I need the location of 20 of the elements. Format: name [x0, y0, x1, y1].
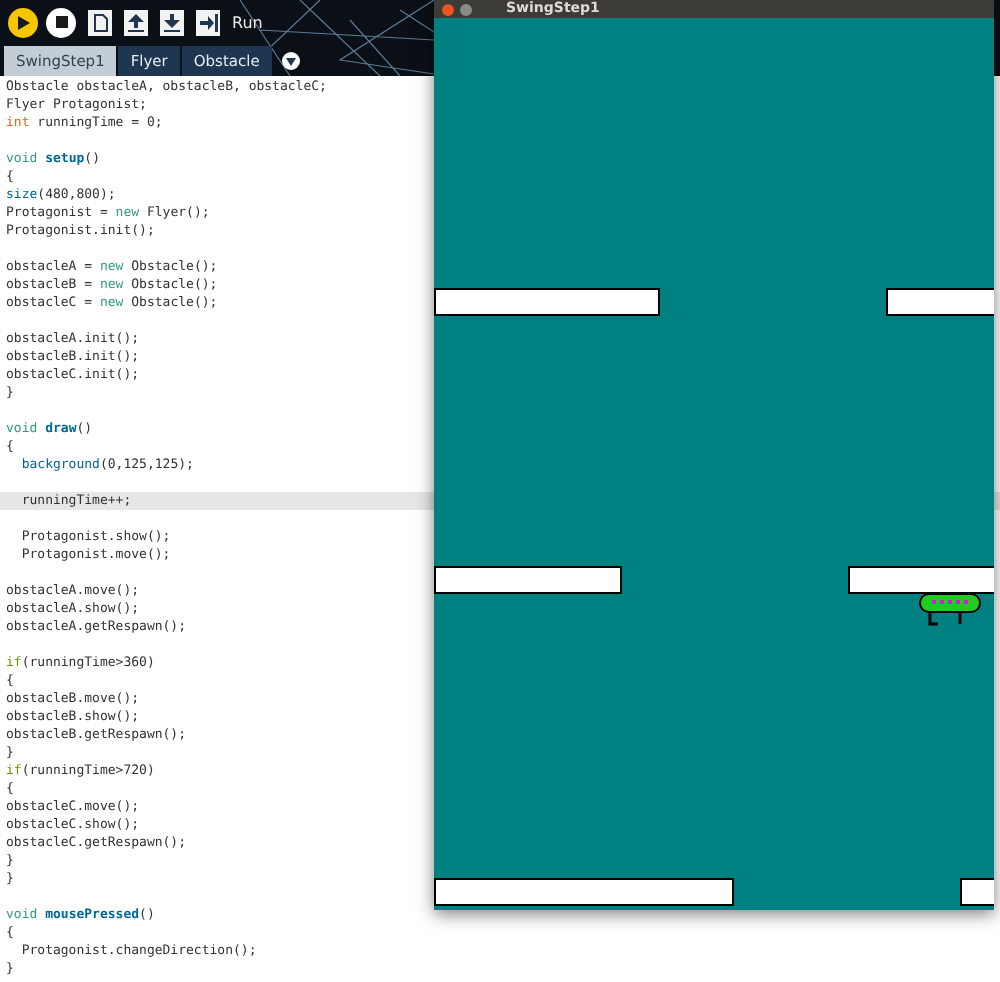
save-button[interactable] — [160, 9, 184, 35]
minimize-button[interactable] — [460, 3, 472, 15]
play-icon — [16, 15, 30, 29]
stop-button[interactable] — [46, 7, 76, 37]
run-label: Run — [232, 13, 263, 31]
obstacle — [960, 878, 994, 906]
down-arrow-icon — [164, 13, 180, 31]
run-button[interactable] — [8, 7, 38, 37]
up-arrow-icon — [128, 13, 144, 31]
close-button[interactable] — [442, 3, 454, 15]
page-icon — [93, 13, 107, 31]
caret-icon — [285, 57, 296, 65]
flyer-drawing — [919, 593, 981, 626]
export-icon — [199, 13, 217, 31]
export-button[interactable] — [196, 9, 220, 35]
new-file-button[interactable] — [88, 9, 112, 35]
tab-menu-button[interactable] — [281, 52, 300, 70]
open-button[interactable] — [124, 9, 148, 35]
obstacle — [886, 288, 994, 316]
stop-icon — [55, 16, 67, 28]
